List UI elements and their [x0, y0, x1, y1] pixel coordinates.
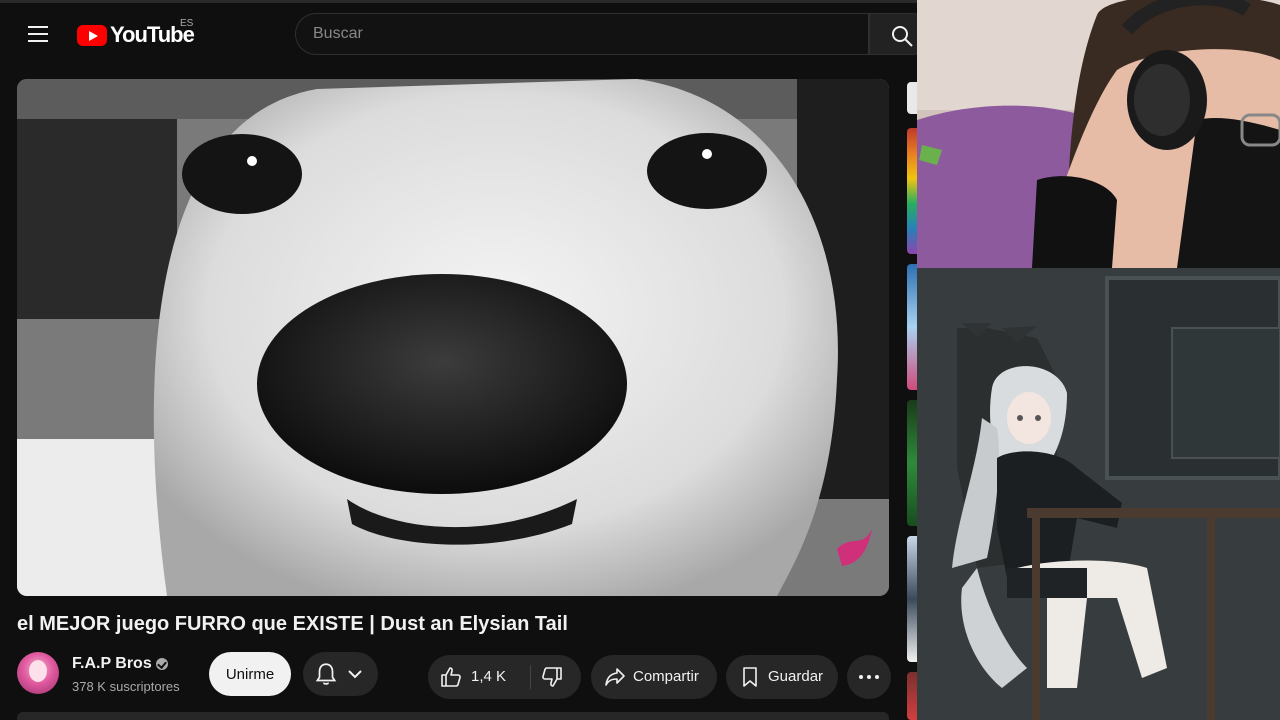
more-dots-icon: [875, 675, 879, 679]
channel-avatar[interactable]: [17, 652, 59, 694]
vtuber-image: [917, 268, 1280, 720]
save-label: Guardar: [768, 668, 824, 685]
dislike-button[interactable]: [531, 655, 581, 699]
country-code: ES: [180, 18, 194, 29]
masthead: YouTube ES: [0, 4, 917, 64]
search-box: [295, 13, 869, 55]
thumbs-down-icon: [542, 667, 562, 687]
more-dots-icon: [867, 675, 871, 679]
video-frame: [17, 79, 889, 596]
more-dots-icon: [859, 675, 863, 679]
top-divider: [0, 0, 917, 3]
youtube-page: YouTube ES Buscar el MEJOR juego FURRO q…: [0, 0, 917, 720]
like-button[interactable]: 1,4 K: [428, 655, 530, 699]
notifications-button[interactable]: [303, 652, 378, 696]
verified-icon: [156, 658, 168, 670]
related-thumbnail-edge[interactable]: [907, 400, 917, 526]
youtube-logo[interactable]: YouTube: [77, 22, 195, 47]
search-button[interactable]: [869, 13, 917, 55]
related-thumbnail-edge[interactable]: [907, 672, 917, 720]
thumbs-up-icon: [441, 667, 461, 687]
webcam-image: [917, 0, 1280, 268]
subscriber-count: 378 K suscriptores: [72, 679, 180, 694]
bell-icon: [315, 663, 337, 685]
youtube-play-icon: [77, 24, 107, 46]
video-title: el MEJOR juego FURRO que EXISTE | Dust a…: [17, 613, 568, 635]
share-label: Compartir: [633, 668, 699, 685]
description-box[interactable]: [17, 712, 889, 720]
like-count: 1,4 K: [471, 668, 507, 685]
related-thumbnail-edge[interactable]: [907, 82, 917, 114]
related-thumbnail-edge[interactable]: [907, 128, 917, 254]
join-button[interactable]: Unirme: [209, 652, 291, 696]
save-button[interactable]: Guardar: [726, 655, 838, 699]
streamer-webcam: [917, 0, 1280, 268]
search-input[interactable]: [313, 14, 853, 54]
share-icon: [605, 668, 625, 686]
bookmark-icon: [743, 667, 757, 687]
more-actions-button[interactable]: [847, 655, 891, 699]
related-thumbnail-edge[interactable]: [907, 264, 917, 390]
video-player[interactable]: [17, 79, 889, 596]
related-thumbnail-edge[interactable]: [907, 536, 917, 662]
chevron-down-icon: [348, 670, 362, 679]
channel-name[interactable]: F.A.P Bros: [72, 655, 152, 673]
share-button[interactable]: Compartir: [591, 655, 717, 699]
menu-icon[interactable]: [28, 26, 48, 42]
vtuber-overlay: [917, 268, 1280, 720]
search-icon: [892, 26, 913, 47]
like-dislike-group: 1,4 K: [428, 655, 581, 699]
